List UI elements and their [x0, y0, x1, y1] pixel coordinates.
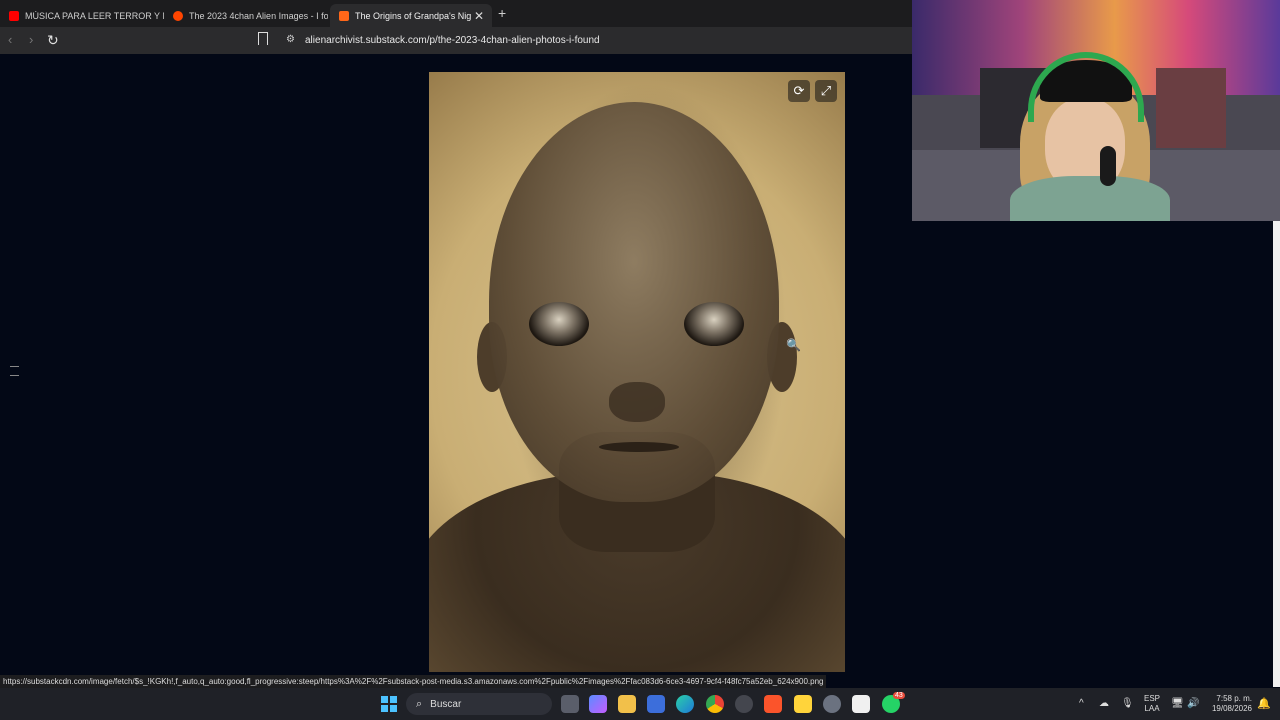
photo-eye-left — [529, 302, 589, 346]
windows-start-icon[interactable] — [381, 696, 397, 712]
search-icon: ⌕ — [416, 697, 423, 710]
substack-icon — [339, 10, 349, 21]
forward-button[interactable]: › — [29, 32, 33, 47]
network-icon[interactable]: 🖥 — [1171, 698, 1184, 709]
site-info-icon[interactable]: ⚙ — [286, 34, 295, 45]
language-indicator[interactable]: ESP LAA — [1144, 694, 1160, 714]
webcam-overlay — [912, 0, 1280, 221]
photo-mouth — [599, 442, 679, 452]
refresh-image-icon[interactable]: ⟳ — [788, 80, 810, 102]
photo-eye-right — [684, 302, 744, 346]
tab-title: The Origins of Grandpa's Nightm — [355, 10, 471, 21]
tab-strip: MÚSICA PARA LEER TERROR Y M The 2023 4ch… — [0, 0, 912, 27]
zoom-cursor-icon: 🔍 — [786, 338, 801, 352]
onedrive-icon[interactable]: ☁ — [1099, 698, 1109, 709]
notification-bell-icon[interactable]: 🔔 — [1257, 697, 1271, 710]
tab-title: The 2023 4chan Alien Images - I foun — [189, 10, 328, 21]
streamer-shirt — [1010, 176, 1170, 221]
browser-toolbar: ‹ › ↻ ⚙ alienarchivist.substack.com/p/th… — [0, 27, 912, 54]
address-bar[interactable]: alienarchivist.substack.com/p/the-2023-4… — [305, 35, 600, 46]
headset-icon — [1028, 52, 1144, 122]
taskbar: ⌕ Buscar 43 ^ ☁ 🎙 ESP LAA 🖥 🔊 7:58 p. m.… — [0, 688, 1280, 720]
clock[interactable]: 7:58 p. m. 19/08/2026 — [1204, 694, 1252, 714]
copilot-icon[interactable] — [589, 695, 607, 713]
tab-origins-grandpa[interactable]: The Origins of Grandpa's Nightm ✕ — [330, 4, 492, 27]
microphone-icon — [1100, 146, 1116, 186]
menu-handle-icon[interactable] — [10, 366, 19, 376]
back-button[interactable]: ‹ — [8, 32, 12, 47]
chrome-icon[interactable] — [706, 695, 724, 713]
file-explorer-icon[interactable] — [618, 695, 636, 713]
gear-icon[interactable] — [823, 695, 841, 713]
streamer — [1010, 48, 1170, 221]
bookmark-icon[interactable] — [258, 32, 268, 45]
youtube-icon — [9, 10, 19, 21]
taskbar-search[interactable]: ⌕ Buscar — [406, 693, 552, 715]
keyboard-layout: LAA — [1144, 704, 1160, 713]
clock-date: 19/08/2026 — [1211, 704, 1252, 713]
expand-image-icon[interactable]: ⤢ — [815, 80, 837, 102]
whatsapp-badge: 43 — [893, 692, 905, 699]
task-view-icon[interactable] — [561, 695, 579, 713]
chevron-up-icon[interactable]: ^ — [1079, 698, 1084, 709]
store-icon[interactable] — [647, 695, 665, 713]
microphone-tray-icon[interactable]: 🎙 — [1121, 698, 1134, 709]
tab-4chan-alien-images[interactable]: The 2023 4chan Alien Images - I foun — [164, 4, 328, 27]
language-code: ESP — [1144, 694, 1161, 703]
tab-title: MÚSICA PARA LEER TERROR Y M — [25, 10, 164, 21]
sticky-notes-icon[interactable] — [794, 695, 812, 713]
reload-button[interactable]: ↻ — [47, 32, 59, 49]
edge-icon[interactable] — [676, 695, 694, 713]
tab-music[interactable]: MÚSICA PARA LEER TERROR Y M — [0, 4, 164, 27]
new-tab-button[interactable]: + — [498, 5, 506, 21]
page-scrollbar[interactable] — [1273, 221, 1280, 687]
settings-app-icon[interactable] — [735, 695, 753, 713]
photo-nose — [609, 382, 665, 422]
search-label: Buscar — [430, 698, 462, 710]
volume-icon[interactable]: 🔊 — [1187, 698, 1199, 709]
clock-time: 7:58 p. m. — [1216, 694, 1252, 703]
reddit-icon — [173, 10, 183, 21]
alien-photo[interactable]: ⟳ ⤢ — [429, 72, 845, 672]
notepad-icon[interactable] — [852, 695, 870, 713]
link-status-bar: https://substackcdn.com/image/fetch/$s_!… — [0, 675, 827, 688]
close-tab-icon[interactable]: ✕ — [474, 9, 484, 23]
brave-icon[interactable] — [764, 695, 782, 713]
